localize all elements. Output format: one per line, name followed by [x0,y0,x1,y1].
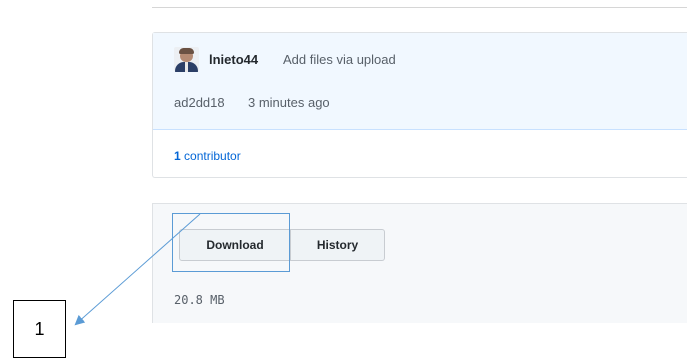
callout-label: 1 [13,300,66,358]
callout-number: 1 [34,318,45,339]
callout-arrow [74,213,201,326]
